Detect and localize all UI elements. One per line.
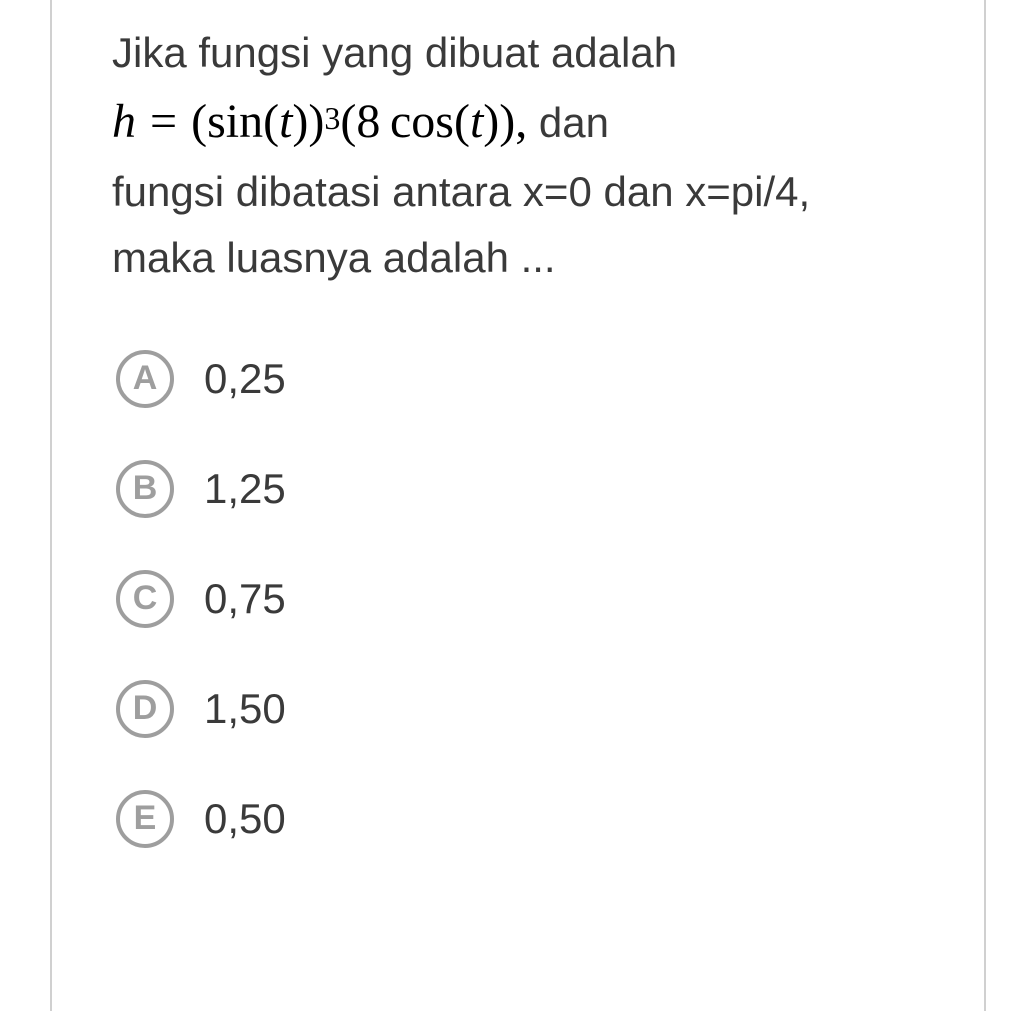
options-list: A 0,25 B 1,25 C 0,75 D 1,50 E 0,50	[112, 350, 924, 848]
option-c[interactable]: C 0,75	[116, 570, 924, 628]
option-badge: B	[116, 460, 174, 518]
formula: h = (sin(t))3(8 cos(t)),	[112, 85, 527, 159]
option-text: 0,25	[204, 355, 286, 403]
option-badge: D	[116, 680, 174, 738]
after-formula-text: dan	[539, 99, 609, 146]
question-formula-line: h = (sin(t))3(8 cos(t)), dan	[112, 85, 924, 159]
question-text: Jika fungsi yang dibuat adalah h = (sin(…	[112, 20, 924, 290]
question-line-3: fungsi dibatasi antara x=0 dan x=pi/4,	[112, 159, 924, 224]
option-e[interactable]: E 0,50	[116, 790, 924, 848]
option-text: 1,25	[204, 465, 286, 513]
question-container: Jika fungsi yang dibuat adalah h = (sin(…	[50, 0, 986, 1011]
option-badge: E	[116, 790, 174, 848]
option-text: 1,50	[204, 685, 286, 733]
option-badge: A	[116, 350, 174, 408]
question-line-1: Jika fungsi yang dibuat adalah	[112, 20, 924, 85]
option-text: 0,50	[204, 795, 286, 843]
option-a[interactable]: A 0,25	[116, 350, 924, 408]
question-line-4: maka luasnya adalah ...	[112, 225, 924, 290]
option-d[interactable]: D 1,50	[116, 680, 924, 738]
option-text: 0,75	[204, 575, 286, 623]
option-badge: C	[116, 570, 174, 628]
option-b[interactable]: B 1,25	[116, 460, 924, 518]
